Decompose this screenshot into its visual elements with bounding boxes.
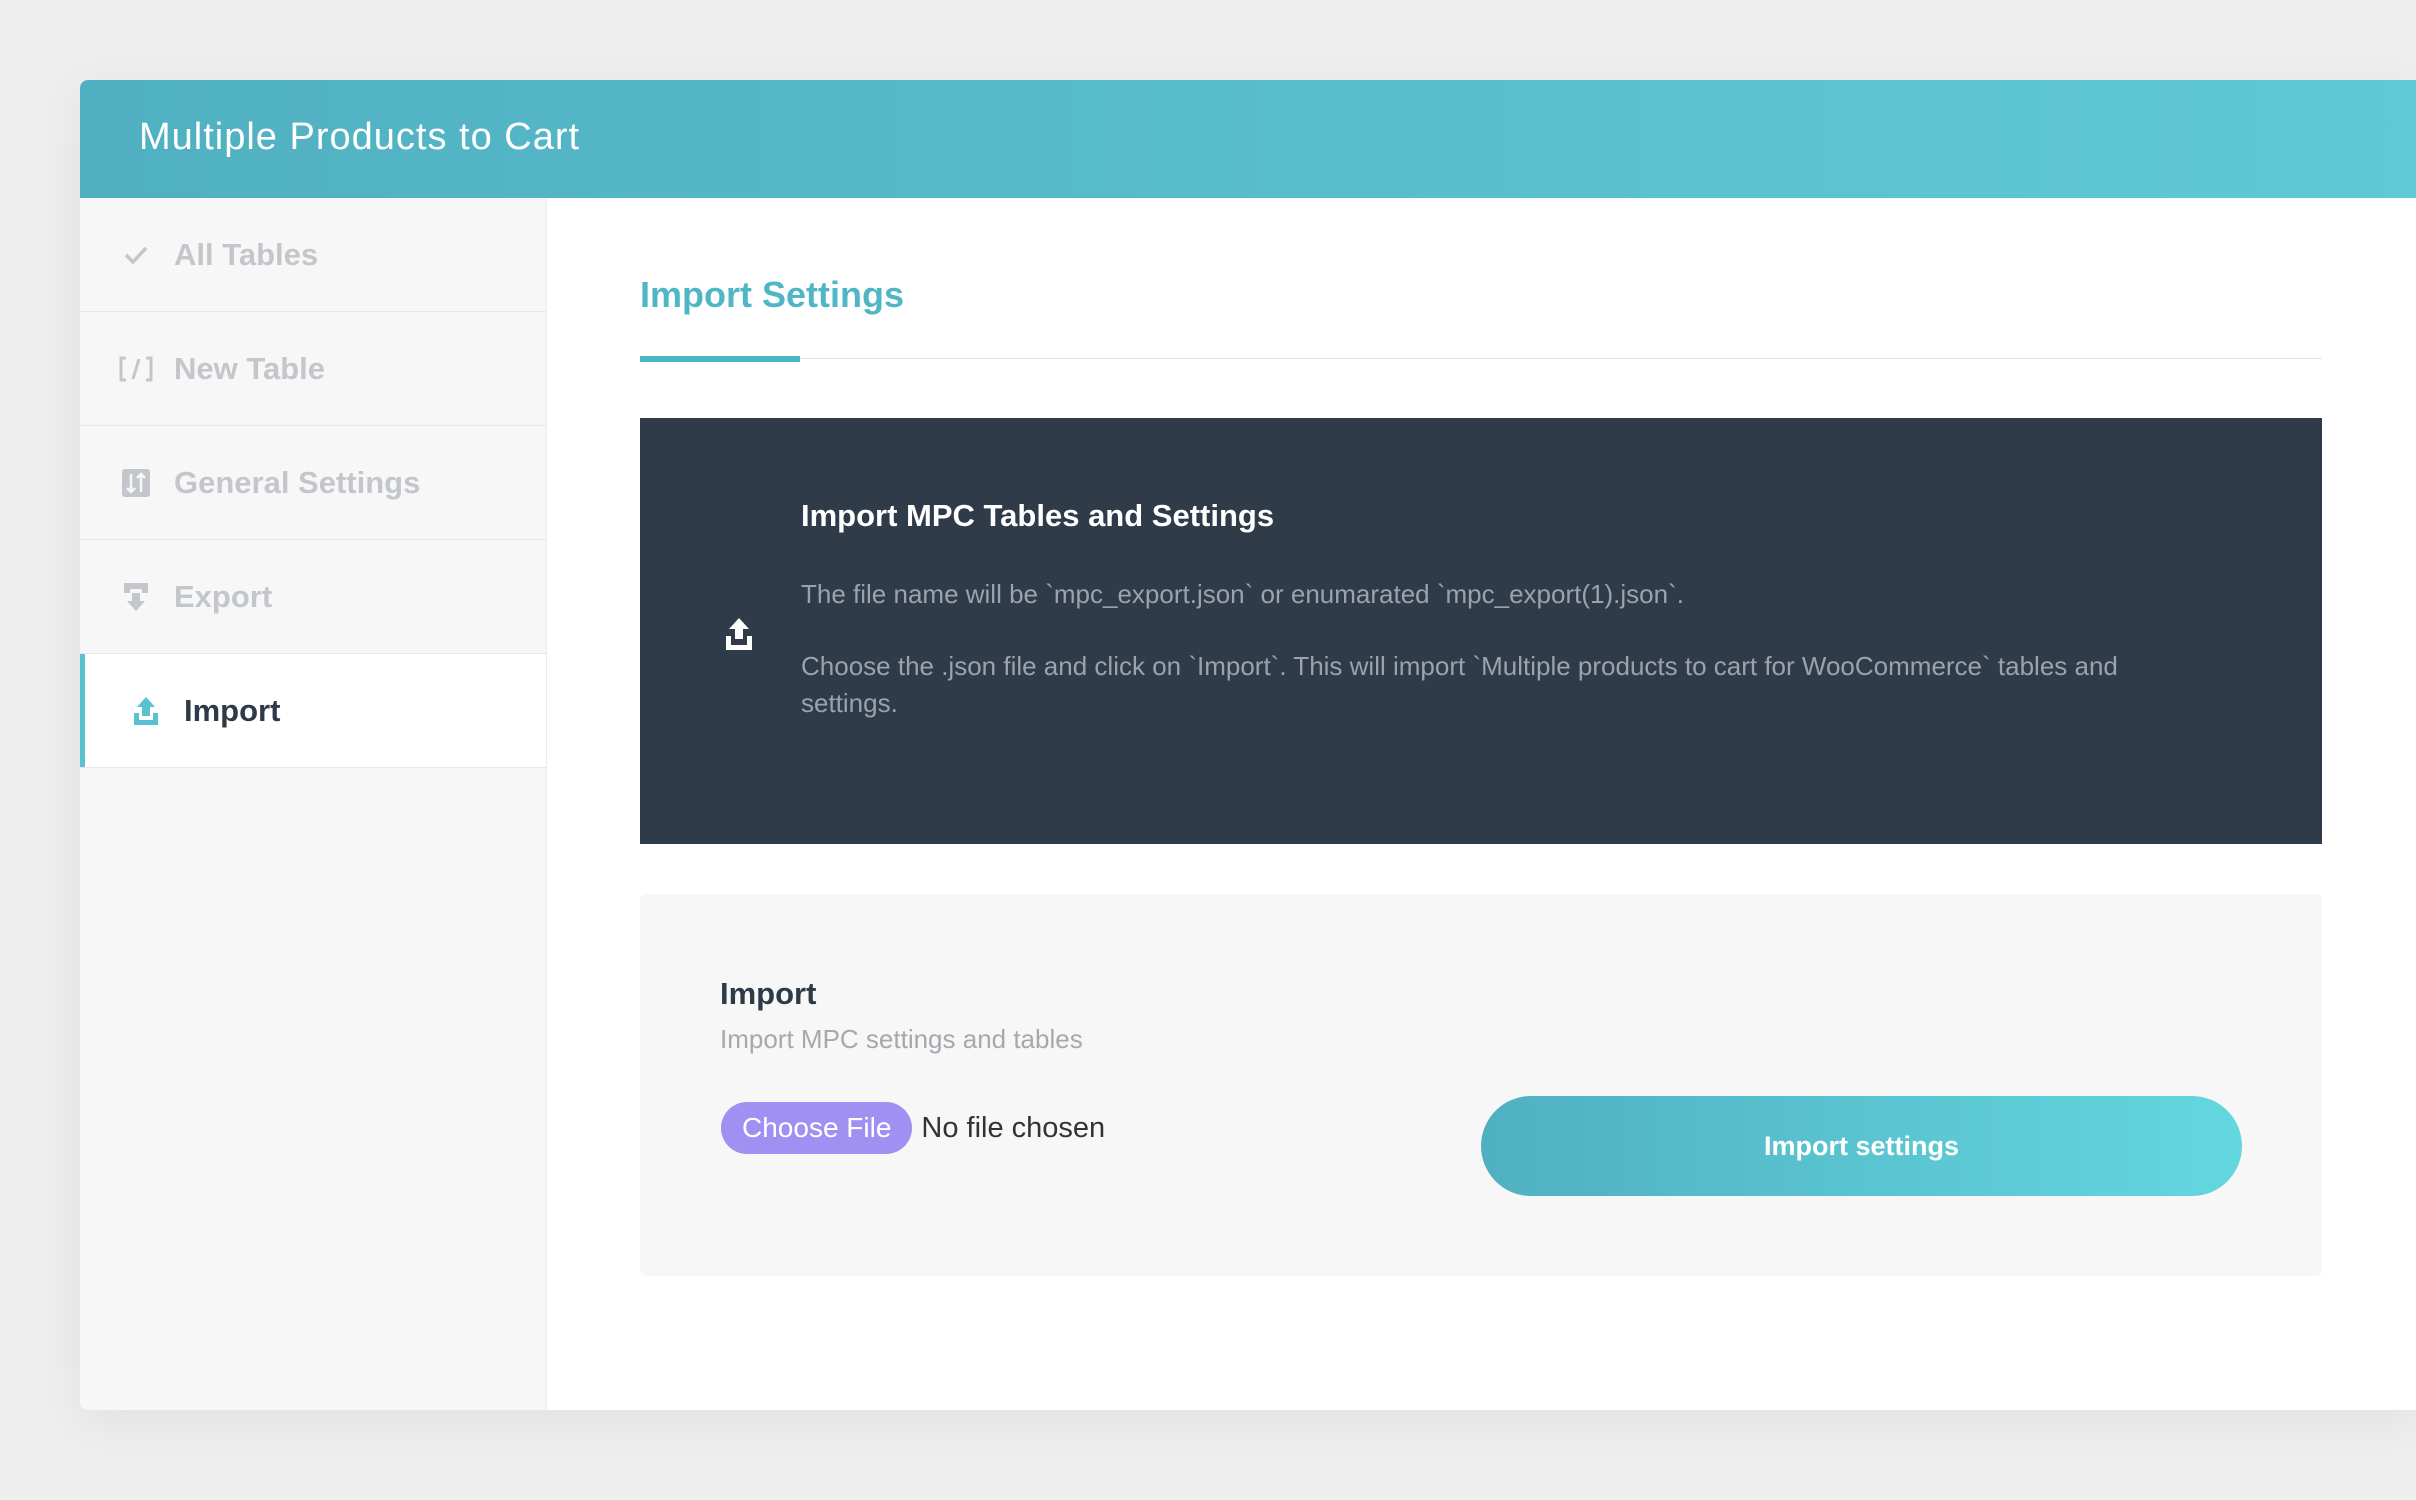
sidebar: All Tables New Table General Settings Ex… — [80, 198, 547, 1410]
sidebar-item-label: Export — [174, 578, 273, 614]
info-box: Import MPC Tables and Settings The file … — [640, 418, 2322, 844]
sidebar-item-import[interactable]: Import — [80, 654, 546, 768]
upload-icon — [128, 693, 164, 729]
tab-divider — [640, 358, 2322, 359]
code-brackets-icon — [118, 351, 154, 387]
sidebar-item-label: Import — [184, 692, 281, 728]
app-title: Multiple Products to Cart — [139, 116, 581, 158]
info-text-instructions: Choose the .json file and click on `Impo… — [801, 651, 2118, 718]
import-card: Import Import MPC settings and tables Ch… — [640, 894, 2322, 1276]
sidebar-item-general-settings[interactable]: General Settings — [80, 426, 546, 540]
main-content: Import Settings Import MPC Tables and Se… — [547, 198, 2416, 1410]
choose-file-button[interactable]: Choose File — [721, 1102, 913, 1154]
file-status: No file chosen — [921, 1111, 1106, 1144]
sidebar-item-all-tables[interactable]: All Tables — [80, 198, 546, 312]
import-settings-button[interactable]: Import settings — [1481, 1096, 2242, 1196]
download-icon — [118, 579, 154, 615]
upload-icon — [724, 616, 760, 656]
app-panel: Multiple Products to Cart All Tables New… — [80, 80, 2416, 1410]
app-header: Multiple Products to Cart — [80, 80, 2416, 198]
check-icon — [118, 237, 154, 273]
sidebar-item-label: General Settings — [174, 464, 421, 500]
sidebar-item-label: New Table — [174, 350, 326, 386]
sidebar-item-export[interactable]: Export — [80, 540, 546, 654]
import-card-title: Import — [720, 976, 817, 1011]
sidebar-item-new-table[interactable]: New Table — [80, 312, 546, 426]
import-card-subtitle: Import MPC settings and tables — [720, 1024, 1083, 1054]
file-input: Choose File No file chosen — [721, 1102, 1105, 1154]
tab-import-settings[interactable]: Import Settings — [640, 274, 904, 316]
tab-active-indicator — [640, 356, 800, 362]
info-text-filename: The file name will be `mpc_export.json` … — [801, 579, 1684, 609]
sidebar-item-label: All Tables — [174, 236, 319, 272]
info-title: Import MPC Tables and Settings — [801, 498, 1275, 533]
sliders-icon — [118, 465, 154, 501]
